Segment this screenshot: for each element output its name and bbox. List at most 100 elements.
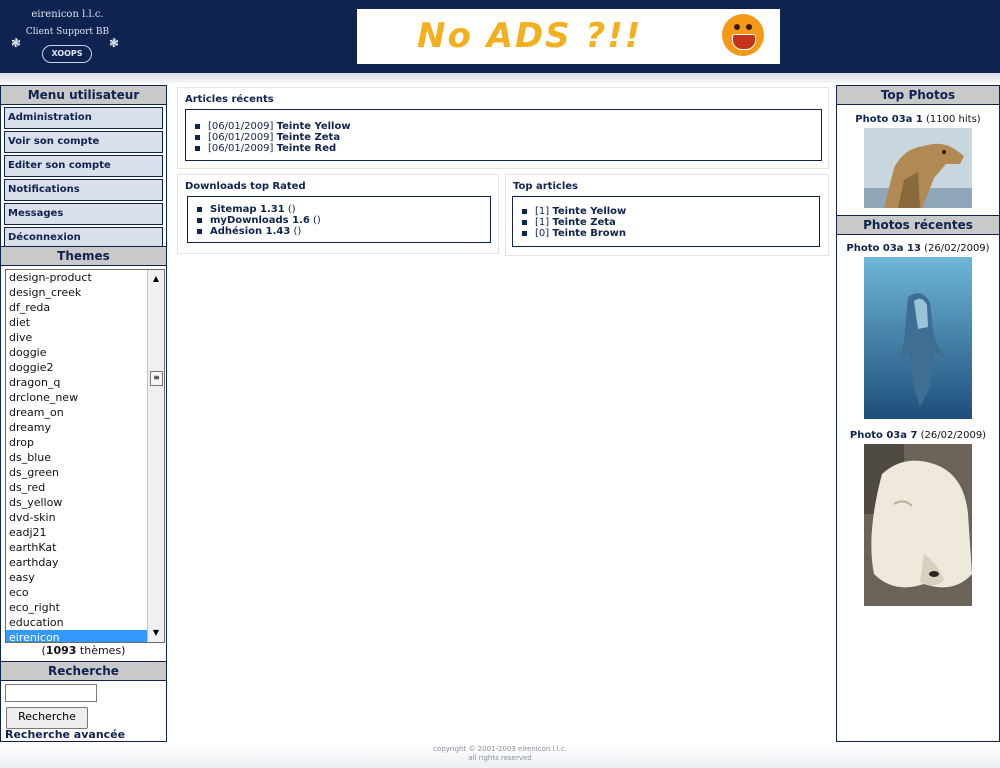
photo-meta: (26/02/2009) [924,243,990,254]
flower-icon: ❃ [11,36,22,50]
theme-option[interactable]: earthday [6,555,164,570]
smiley-eye [734,24,740,30]
flower-icon: ❃ [109,36,120,50]
smiley-eye [746,24,752,30]
logo-title: eirenicon l.l.c. [31,9,104,20]
article-link[interactable]: Teinte Zeta [277,132,340,143]
user-menu-title: Menu utilisateur [1,86,166,105]
list-item[interactable]: myDownloads 1.6 () [197,215,490,226]
photo-meta: (1100 hits) [926,114,981,125]
menu-item-view-account[interactable]: Voir son compte [4,131,163,153]
left-sidebar: Menu utilisateur Administration Voir son… [0,85,167,742]
theme-option[interactable]: design-product [6,270,164,285]
article-link[interactable]: Teinte Yellow [277,121,351,132]
theme-option[interactable]: ds_green [6,465,164,480]
top-articles-block: Top articles [1] Teinte Yellow [1] Teint… [505,174,829,256]
dolphin-photo[interactable] [864,257,972,419]
recent-articles-title: Articles récents [185,94,274,105]
theme-option[interactable]: dreamy [6,420,164,435]
scroll-down-arrow-icon[interactable]: ▼ [148,626,164,640]
advanced-search-link[interactable]: Recherche avancée [5,728,125,741]
list-item[interactable]: Adhésion 1.43 () [197,226,490,237]
search-button[interactable]: Recherche [6,707,88,729]
article-link[interactable]: Teinte Red [277,143,337,154]
article-date: [06/01/2009] [208,121,274,132]
download-link[interactable]: Sitemap 1.31 [210,204,285,215]
scroll-up-arrow-icon[interactable]: ▲ [148,272,164,286]
theme-option[interactable]: doggie [6,345,164,360]
menu-item-administration[interactable]: Administration [4,107,163,129]
theme-option[interactable]: education [6,615,164,630]
download-suffix: () [313,215,321,226]
theme-option[interactable]: dvd-skin [6,510,164,525]
camel-photo[interactable] [864,128,972,208]
theme-option[interactable]: eadj21 [6,525,164,540]
theme-option[interactable]: dream_on [6,405,164,420]
scrollbar-thumb[interactable]: ≡ [150,371,163,386]
search-input[interactable] [5,684,97,702]
copyright-text: copyright © 2001-2003 eirenicon l.l.c. [433,745,567,753]
banner-text: No ADS ?!! [417,16,643,56]
theme-count-number: 1093 [45,644,77,657]
theme-option[interactable]: eirenicon [6,630,164,642]
theme-option[interactable]: eco [6,585,164,600]
photo-link[interactable]: Photo 03a 13 [846,243,921,254]
photo-meta: (26/02/2009) [920,430,987,441]
theme-option[interactable]: ds_red [6,480,164,495]
theme-option[interactable]: eco_right [6,600,164,615]
theme-option[interactable]: diet [6,315,164,330]
list-item[interactable]: [0] Teinte Brown [522,228,819,239]
header: eirenicon l.l.c. Client Support BB ❃ ❃ X… [0,0,1000,73]
list-item[interactable]: [1] Teinte Zeta [522,217,819,228]
article-rank: [0] [535,228,550,239]
header-divider [0,73,1000,83]
download-suffix: () [293,226,302,237]
theme-option[interactable]: earthKat [6,540,164,555]
article-date: [06/01/2009] [208,143,274,154]
theme-option[interactable]: drclone_new [6,390,164,405]
list-item[interactable]: [06/01/2009] Teinte Yellow [195,121,821,132]
search-title: Recherche [1,661,166,681]
theme-option[interactable]: df_reda [6,300,164,315]
list-item[interactable]: [06/01/2009] Teinte Zeta [195,132,821,143]
themes-title: Themes [1,246,166,266]
theme-option[interactable]: dragon_q [6,375,164,390]
download-suffix: () [287,204,296,215]
polar-bear-photo[interactable] [864,444,972,606]
theme-option[interactable]: doggie2 [6,360,164,375]
theme-option[interactable]: ds_yellow [6,495,164,510]
rights-text: all rights reserved [468,754,532,762]
article-date: [06/01/2009] [208,132,274,143]
list-item[interactable]: [06/01/2009] Teinte Red [195,143,821,154]
photo-link[interactable]: Photo 03a 1 [855,114,923,125]
article-link[interactable]: Teinte Brown [552,228,626,239]
theme-option[interactable]: easy [6,570,164,585]
theme-option[interactable]: drop [6,435,164,450]
downloads-title: Downloads top Rated [185,181,306,192]
list-item[interactable]: [1] Teinte Yellow [522,206,819,217]
theme-list-scrollbar[interactable]: ▲ ≡ ▼ [147,270,164,642]
article-rank: [1] [535,206,550,217]
recent-articles-block: Articles récents [06/01/2009] Teinte Yel… [177,87,829,169]
right-sidebar: Top Photos Photo 03a 1 (1100 hits) Photo… [836,85,1000,742]
recent-photos-title: Photos récentes [837,215,999,235]
photo-link[interactable]: Photo 03a 7 [850,430,918,441]
download-link[interactable]: myDownloads 1.6 [210,215,310,226]
list-item[interactable]: Sitemap 1.31 () [197,204,490,215]
article-link[interactable]: Teinte Yellow [552,206,626,217]
theme-count-suffix: thèmes) [76,644,126,657]
article-link[interactable]: Teinte Zeta [552,217,615,228]
menu-item-notifications[interactable]: Notifications [4,179,163,201]
menu-item-messages[interactable]: Messages [4,203,163,225]
dolphin-photo-image [864,257,972,419]
theme-select-list[interactable]: design-product design_creek df_reda diet div… [5,269,165,643]
theme-option[interactable]: dive [6,330,164,345]
download-link[interactable]: Adhésion 1.43 [210,226,290,237]
ad-banner[interactable]: No ADS ?!! [357,9,780,64]
theme-option[interactable]: design_creek [6,285,164,300]
footer: copyright © 2001-2003 eirenicon l.l.c. a… [0,744,1000,768]
polar-bear-photo-image [864,444,972,606]
site-logo[interactable]: eirenicon l.l.c. Client Support BB ❃ ❃ X… [0,0,135,73]
menu-item-edit-account[interactable]: Editer son compte [4,155,163,177]
theme-option[interactable]: ds_blue [6,450,164,465]
